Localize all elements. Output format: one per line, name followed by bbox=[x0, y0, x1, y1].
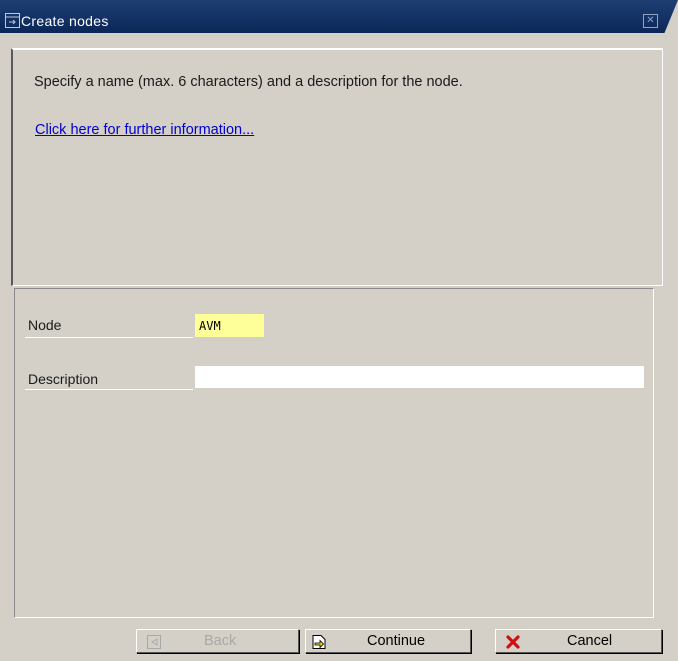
window-title: Create nodes bbox=[21, 13, 109, 29]
window-icon bbox=[5, 13, 20, 28]
node-label-underline bbox=[25, 337, 193, 338]
info-panel: Specify a name (max. 6 characters) and a… bbox=[11, 48, 663, 286]
description-label-underline bbox=[25, 389, 193, 390]
back-icon bbox=[147, 635, 161, 649]
cancel-x-icon bbox=[506, 635, 520, 649]
close-icon[interactable]: ✕ bbox=[643, 14, 658, 28]
description-label: Description bbox=[28, 371, 99, 387]
back-button[interactable]: Back bbox=[136, 629, 299, 653]
further-information-link[interactable]: Click here for further information... bbox=[35, 122, 254, 138]
instruction-text: Specify a name (max. 6 characters) and a… bbox=[34, 74, 463, 90]
node-label: Node bbox=[28, 317, 62, 333]
description-field[interactable] bbox=[195, 366, 644, 388]
continue-button[interactable]: Continue bbox=[305, 629, 471, 653]
form-panel: Node Description bbox=[14, 288, 654, 618]
node-field[interactable] bbox=[195, 314, 264, 337]
title-bar[interactable]: Create nodes ✕ bbox=[0, 0, 678, 33]
cancel-button[interactable]: Cancel bbox=[495, 629, 662, 653]
continue-icon bbox=[312, 635, 326, 649]
create-nodes-dialog: Create nodes ✕ Specify a name (max. 6 ch… bbox=[0, 0, 678, 661]
